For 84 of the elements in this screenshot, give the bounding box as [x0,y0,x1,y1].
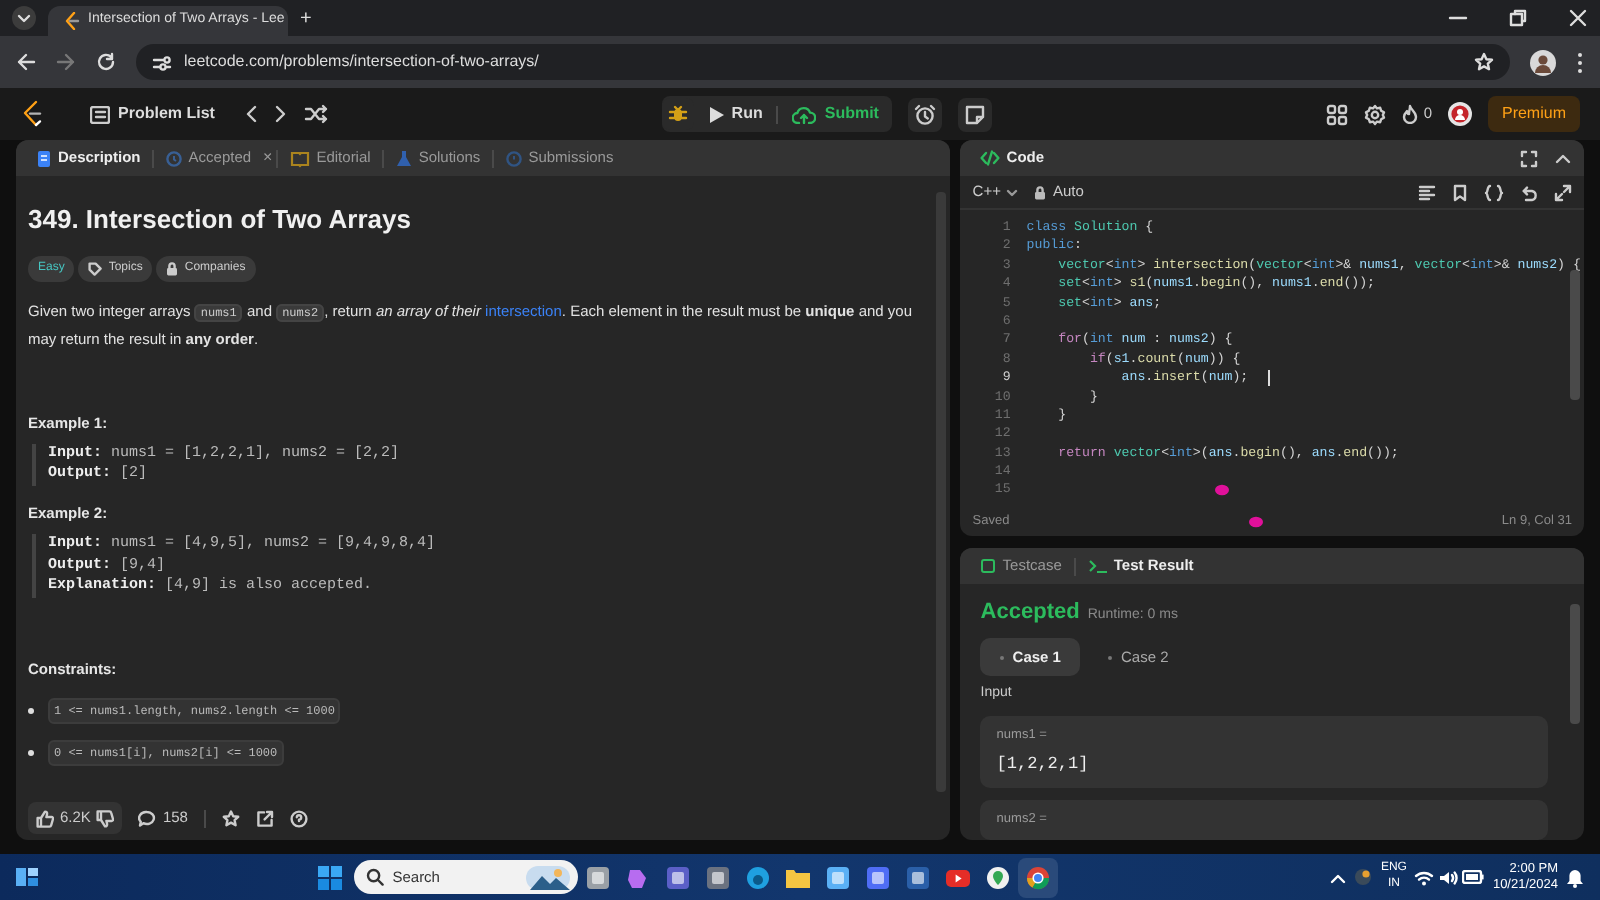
battery-icon[interactable] [1462,870,1485,884]
shuffle-icon[interactable] [304,104,329,124]
expand-icon[interactable] [1554,183,1572,201]
scrollbar[interactable] [936,192,947,792]
timer-button[interactable] [908,97,943,131]
url-text: leetcode.com/problems/intersection-of-two-arrays/ [184,50,539,74]
premium-button[interactable]: Premium [1487,96,1580,132]
address-bar[interactable]: leetcode.com/problems/intersection-of-two-arrays/ [136,44,1510,80]
notes-button[interactable] [958,97,993,131]
folder-icon[interactable] [786,865,811,889]
tab-list-icon[interactable] [12,6,36,30]
map-pin-icon[interactable] [986,865,1011,889]
close-icon[interactable] [1568,8,1588,28]
more-menu-icon[interactable] [1576,51,1584,73]
note-icon [964,103,987,125]
chevron-up-icon[interactable] [1330,871,1347,883]
restore-icon[interactable] [1508,8,1528,28]
terminal-icon [1087,558,1108,574]
braces-icon[interactable] [1484,183,1504,201]
speaker-icon[interactable] [1438,869,1459,885]
format-icon[interactable] [1418,183,1436,201]
widgets-icon[interactable] [16,866,38,888]
play-icon[interactable] [946,865,971,889]
thumbs-up-icon [36,809,54,827]
layout-grid-icon[interactable] [1325,103,1348,125]
help-icon[interactable] [289,809,308,827]
comment-icon [138,809,157,827]
flame-icon [1401,104,1418,124]
collapse-icon[interactable] [1554,149,1572,167]
history-icon [506,149,523,167]
tray-app-icon[interactable] [1354,868,1373,886]
run-button[interactable]: Run [693,96,777,132]
lock-icon [1034,185,1047,199]
reload-icon[interactable] [96,52,116,72]
bullet-icon [28,707,34,714]
flask-icon [396,149,413,167]
bookmark-star-icon[interactable] [1474,52,1494,72]
pointer-marker-icon [1247,515,1264,527]
checkbox-icon [980,558,997,574]
bookmark-icon[interactable] [1452,183,1468,201]
bug-icon [667,104,688,124]
code-icon [980,150,1001,166]
thumbs-down-icon[interactable] [96,809,115,827]
list-icon [90,105,110,123]
close-tab-button[interactable]: × [263,146,273,170]
settings-icon[interactable] [1363,103,1386,125]
undo-icon[interactable] [1520,183,1538,201]
tag-icon [88,261,103,275]
logo-icon[interactable] [20,100,44,128]
windows-logo-icon [318,865,343,889]
previous-icon[interactable] [244,104,259,124]
book-icon [290,149,311,167]
alarm-clock-icon [914,103,937,125]
submit-button[interactable]: Submit [778,96,893,132]
favicon-icon [64,12,80,30]
search-icon [366,868,385,886]
chevron-down-icon [1006,187,1019,197]
notification-bell-icon[interactable] [1566,867,1584,887]
back-icon[interactable] [16,52,36,72]
search-highlight-icon [526,865,571,889]
fullscreen-icon[interactable] [1520,149,1538,167]
scrollbar[interactable] [1570,604,1580,724]
text-cursor [1268,370,1271,387]
wifi-icon[interactable] [1414,869,1435,885]
verdict-text: Accepted [980,598,1080,628]
next-icon[interactable] [274,104,289,124]
site-settings-icon [152,53,172,71]
scrollbar[interactable] [1570,270,1580,400]
pointer-marker-icon [1214,484,1231,496]
bullet-icon [28,749,34,756]
star-icon[interactable] [221,809,240,827]
share-icon[interactable] [255,809,274,827]
lock-icon [166,261,179,275]
forward-icon[interactable] [56,52,76,72]
new-tab-button[interactable]: + [300,3,312,33]
user-avatar-icon[interactable] [1447,102,1472,126]
play-icon [707,105,724,123]
problem-list-button[interactable]: Problem List [76,96,229,132]
cloud-upload-icon [792,105,817,123]
clock-icon [166,149,183,167]
parameter-value: [1,2,2,1] [996,752,1091,778]
document-icon [36,149,52,167]
problem-title: 349. Intersection of Two Arrays [28,202,413,238]
profile-avatar-icon[interactable] [1530,49,1556,75]
